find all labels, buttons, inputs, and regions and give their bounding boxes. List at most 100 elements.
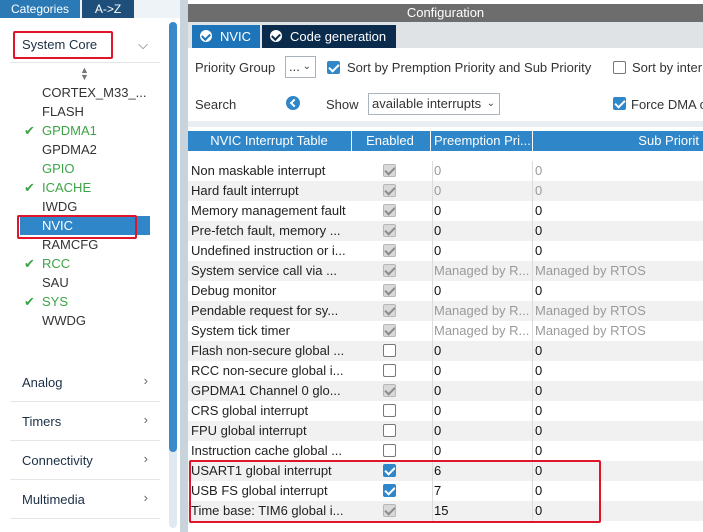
sub-priority-cell[interactable]: 0 (532, 161, 702, 181)
category-timers[interactable]: Timers › (10, 403, 160, 441)
sub-priority-cell[interactable]: 0 (532, 341, 702, 361)
tab-nvic[interactable]: NVIC (192, 25, 260, 48)
sub-priority-cell[interactable]: 0 (532, 281, 702, 301)
preemption-priority-cell[interactable]: 0 (432, 421, 530, 441)
preemption-priority-value: 0 (434, 183, 442, 198)
column-header-enabled[interactable]: Enabled (351, 131, 428, 151)
sub-priority-cell[interactable]: 0 (532, 381, 702, 401)
enabled-checkbox[interactable] (383, 404, 396, 417)
preemption-priority-cell[interactable]: Managed by R... (432, 321, 530, 341)
preemption-priority-cell[interactable]: 0 (432, 281, 530, 301)
category-analog[interactable]: Analog › (10, 364, 160, 402)
table-row[interactable]: Pendable request for sy... Managed by R..… (188, 301, 703, 321)
table-row[interactable]: Instruction cache global ... 0 0 (188, 441, 703, 461)
table-row[interactable]: RCC non-secure global i... 0 0 (188, 361, 703, 381)
sub-priority-value: 0 (535, 163, 543, 178)
table-row[interactable]: Pre-fetch fault, memory ... 0 0 (188, 221, 703, 241)
category-connectivity[interactable]: Connectivity › (10, 442, 160, 480)
table-row[interactable]: System service call via ... Managed by R.… (188, 261, 703, 281)
sidebar-item-gpdma1[interactable]: ✔ GPDMA1 (20, 121, 150, 140)
sub-priority-cell[interactable]: 0 (532, 201, 702, 221)
preemption-priority-value: 0 (434, 383, 442, 398)
sidebar-item-icache[interactable]: ✔ ICACHE (20, 178, 150, 197)
column-header-name[interactable]: NVIC Interrupt Table (188, 131, 350, 151)
force-dma-checkbox[interactable] (613, 97, 626, 110)
sub-priority-cell[interactable]: 0 (532, 421, 702, 441)
enabled-checkbox[interactable] (383, 344, 396, 357)
table-row[interactable]: System tick timer Managed by R... Managed … (188, 321, 703, 341)
search-label: Search (195, 97, 237, 112)
sub-priority-cell[interactable]: Managed by RTOS (532, 261, 702, 281)
sort-by-interrupt-checkbox[interactable] (613, 61, 626, 74)
interrupt-name: Pendable request for sy... (191, 303, 339, 318)
enabled-checkbox[interactable] (383, 424, 396, 437)
sub-priority-cell[interactable]: 0 (532, 241, 702, 261)
sidebar-item-rcc[interactable]: ✔ RCC (20, 254, 150, 273)
preemption-priority-cell[interactable]: 0 (432, 201, 530, 221)
table-row[interactable]: Debug monitor 0 0 (188, 281, 703, 301)
sub-priority-cell[interactable]: 0 (532, 221, 702, 241)
table-row[interactable]: Hard fault interrupt 0 0 (188, 181, 703, 201)
preemption-priority-cell[interactable]: 0 (432, 401, 530, 421)
show-filter-select[interactable]: available interrupts ⌄ (368, 93, 500, 115)
preemption-priority-cell[interactable]: 0 (432, 241, 530, 261)
column-header-preemption[interactable]: Preemption Pri... (430, 131, 532, 151)
search-refresh-icon[interactable] (286, 96, 300, 110)
sidebar-item-flash[interactable]: FLASH (20, 102, 150, 121)
sub-priority-cell[interactable]: 0 (532, 441, 702, 461)
preemption-priority-cell[interactable]: Managed by R... (432, 301, 530, 321)
sort-priority-label: Sort by Premption Priority and Sub Prior… (347, 60, 592, 75)
tab-code-generation[interactable]: Code generation (262, 25, 396, 48)
sidebar-item-gpdma2[interactable]: GPDMA2 (20, 140, 150, 159)
panel-splitter[interactable] (180, 0, 188, 532)
table-row[interactable]: Non maskable interrupt 0 0 (188, 161, 703, 181)
sub-priority-cell[interactable]: Managed by RTOS (532, 301, 702, 321)
enabled-checkbox[interactable] (383, 444, 396, 457)
configuration-tabs: NVIC Code generation (188, 22, 703, 48)
column-header-sub-priority[interactable]: Sub Priorit (532, 131, 703, 151)
table-row[interactable]: CRS global interrupt 0 0 (188, 401, 703, 421)
sidebar-item-sau[interactable]: SAU (20, 273, 150, 292)
sub-priority-cell[interactable]: Managed by RTOS (532, 321, 702, 341)
table-row[interactable]: GPDMA1 Channel 0 glo... 0 0 (188, 381, 703, 401)
interrupt-name: RCC non-secure global i... (191, 363, 344, 378)
category-multimedia[interactable]: Multimedia › (10, 481, 160, 519)
tab-a-to-z[interactable]: A->Z (82, 0, 134, 18)
check-circle-icon (270, 30, 282, 42)
preemption-priority-cell[interactable]: 0 (432, 221, 530, 241)
enabled-checkbox (383, 304, 396, 317)
preemption-priority-cell[interactable]: 0 (432, 381, 530, 401)
sidebar-item-sys[interactable]: ✔ SYS (20, 292, 150, 311)
sub-priority-cell[interactable]: 0 (532, 361, 702, 381)
sidebar-item-gpio[interactable]: GPIO (20, 159, 150, 178)
show-label: Show (326, 97, 359, 112)
preemption-priority-cell[interactable]: 0 (432, 161, 530, 181)
table-row[interactable]: Flash non-secure global ... 0 0 (188, 341, 703, 361)
table-row[interactable]: Undefined instruction or i... 0 0 (188, 241, 703, 261)
sidebar-item-label: SYS (42, 294, 69, 309)
sub-priority-cell[interactable]: 0 (532, 181, 702, 201)
preemption-priority-cell[interactable]: 0 (432, 181, 530, 201)
category-scrollbar[interactable] (169, 22, 177, 528)
tab-categories[interactable]: Categories (0, 0, 80, 18)
preemption-priority-cell[interactable]: 0 (432, 361, 530, 381)
sidebar-item-iwdg[interactable]: IWDG (20, 197, 150, 216)
sort-priority-checkbox[interactable] (327, 61, 340, 74)
sub-priority-cell[interactable]: 0 (532, 401, 702, 421)
options-scrollbar[interactable] (188, 121, 703, 127)
scrollbar-thumb[interactable] (169, 22, 177, 452)
preemption-priority-cell[interactable]: Managed by R... (432, 261, 530, 281)
sort-icon[interactable]: ▲ ▼ (80, 66, 89, 82)
priority-group-select[interactable]: ... ⌄ (285, 56, 316, 78)
table-row[interactable]: FPU global interrupt 0 0 (188, 421, 703, 441)
sub-priority-value: 0 (535, 363, 543, 378)
table-row[interactable]: Memory management fault 0 0 (188, 201, 703, 221)
preemption-priority-cell[interactable]: 0 (432, 441, 530, 461)
sidebar-item-cortex-m33[interactable]: CORTEX_M33_... (20, 83, 150, 102)
configuration-title: Configuration (188, 4, 703, 22)
sidebar-item-wwdg[interactable]: WWDG (20, 311, 150, 330)
preemption-priority-cell[interactable]: 0 (432, 341, 530, 361)
enabled-checkbox[interactable] (383, 364, 396, 377)
select-value: ... (289, 59, 300, 74)
enabled-checkbox (383, 224, 396, 237)
